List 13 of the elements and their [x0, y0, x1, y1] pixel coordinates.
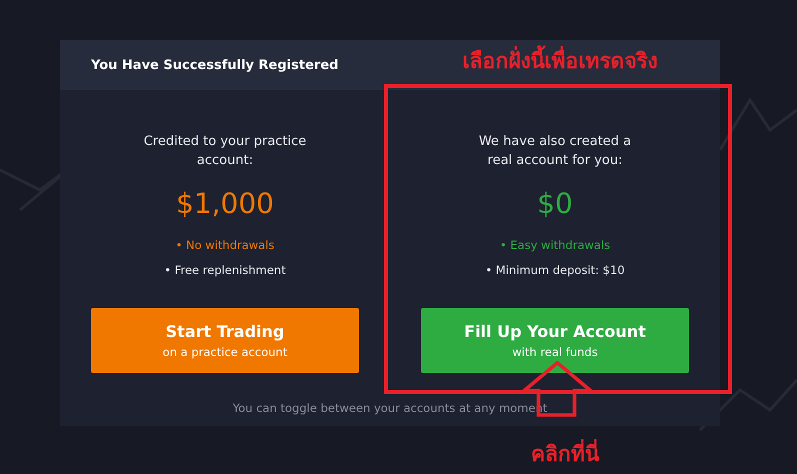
feature-text: • Minimum deposit: $10: [485, 263, 625, 278]
feature-text: • No withdrawals: [176, 238, 274, 253]
callout-text: คลิกที่นี่: [530, 438, 600, 468]
account-button[interactable]: Fill Up Your Account with real funds: [421, 308, 689, 373]
balance-amount: $0: [537, 186, 573, 222]
feature-text: • Free replenishment: [164, 263, 286, 278]
feature-text: • Easy withdrawals: [500, 238, 610, 253]
account-button[interactable]: Start Trading on a practice account: [91, 308, 359, 373]
balance-amount: $1,000: [176, 186, 274, 222]
account-intro: Credited to your practice account:: [144, 133, 306, 170]
heading-text: เลือกฝั่งนี้เพื่อเทรดจริง: [440, 44, 680, 77]
account-intro: We have also created a real account for you:: [478, 133, 632, 170]
dialog-title: You Have Successfully Registered: [91, 58, 338, 72]
